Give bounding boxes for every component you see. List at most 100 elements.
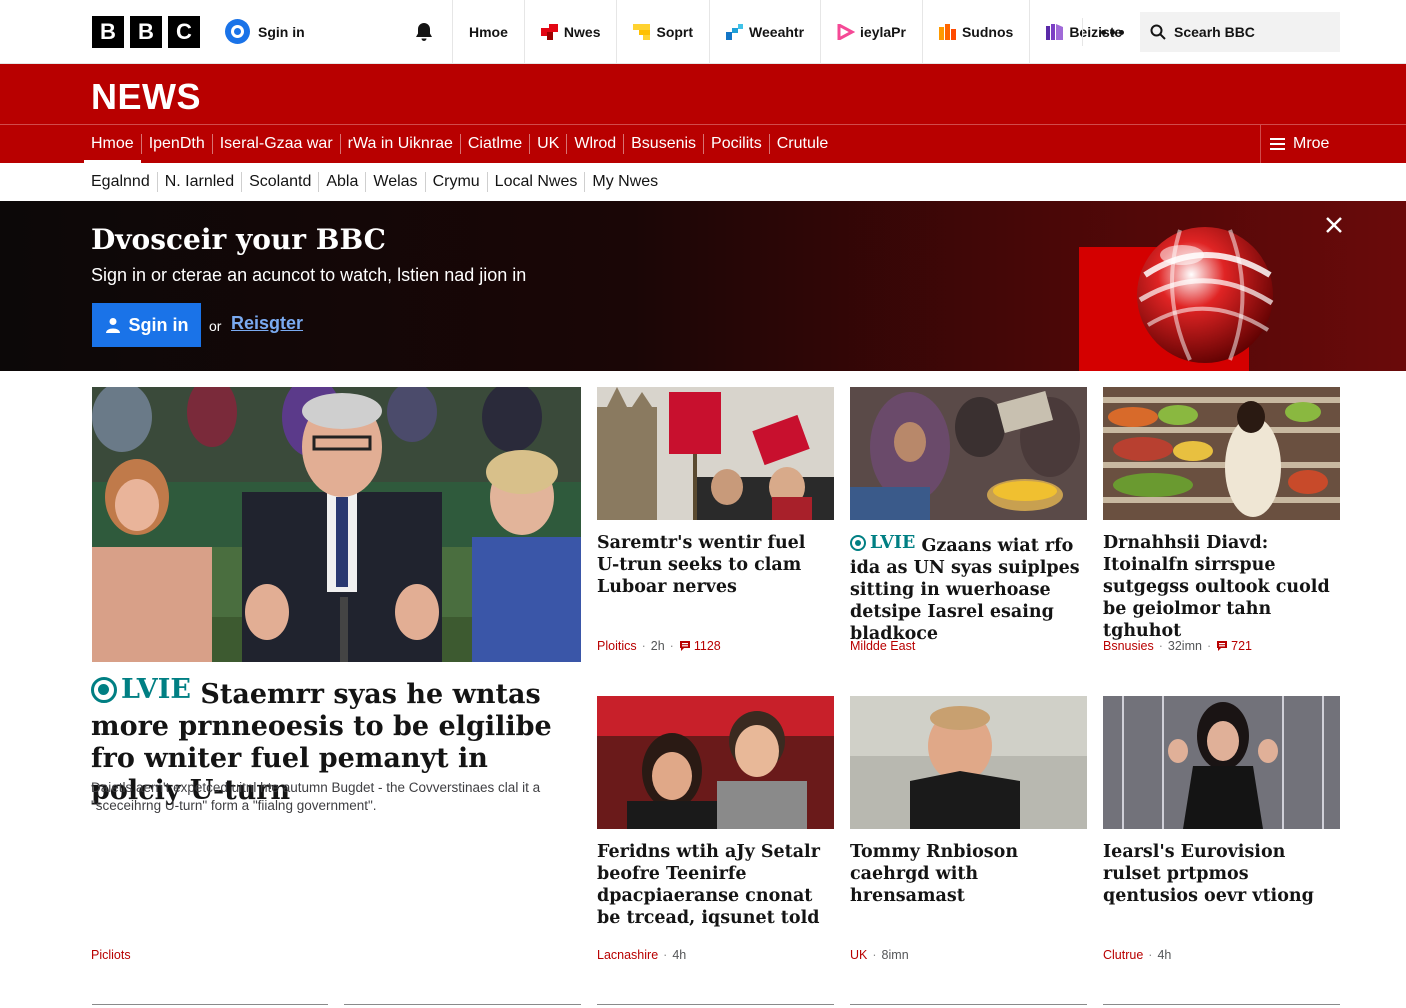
- story-comments[interactable]: 721: [1216, 639, 1252, 653]
- story-meta: Bsnusies · 32imn · 721: [1103, 639, 1252, 653]
- story-category[interactable]: UK: [850, 948, 867, 962]
- subnav-scotland[interactable]: Scolantd: [241, 172, 318, 192]
- news-nav-home[interactable]: Hmoe: [84, 134, 141, 164]
- story-meta: Lacnashire · 4h: [597, 948, 686, 962]
- story-meta: UK · 8imn: [850, 948, 909, 962]
- subnav-wales[interactable]: Welas: [365, 172, 424, 192]
- more-menu-icon[interactable]: [1082, 18, 1132, 46]
- story-headline[interactable]: Feridns wtih aJy Setalr beofre Teenirfe …: [597, 841, 832, 929]
- news-more-button[interactable]: Mroe: [1260, 125, 1406, 163]
- story-category[interactable]: Mildde East: [850, 639, 915, 653]
- subnav-local-news[interactable]: Local Nwes: [486, 172, 585, 192]
- subnav-alba[interactable]: Abla: [318, 172, 365, 192]
- main-story-image[interactable]: [92, 387, 581, 662]
- story-headline[interactable]: Drnahhsii Diavd: Itoinalfn sirrspue sutg…: [1103, 532, 1340, 642]
- story-category[interactable]: Lacnashire: [597, 948, 658, 962]
- notifications-bell-icon[interactable]: [412, 20, 436, 44]
- section-divider: [92, 1004, 328, 1005]
- news-icon: [540, 24, 558, 40]
- comments-icon: [679, 641, 690, 651]
- global-nav-sport[interactable]: Soprt: [616, 0, 709, 64]
- story-headline[interactable]: Iearsl's Eurovision rulset prtpmos qentu…: [1103, 841, 1340, 907]
- promo-signin-label: Sgin in: [128, 314, 189, 335]
- news-nav-world[interactable]: Wlrod: [566, 134, 623, 154]
- global-nav-weather[interactable]: Weeahtr: [709, 0, 820, 64]
- story-category[interactable]: Ploitics: [597, 639, 637, 653]
- story-comment-count: 1128: [693, 639, 721, 653]
- global-nav-sport-label: Soprt: [656, 24, 694, 40]
- meta-separator: ·: [1206, 639, 1212, 653]
- meta-separator: ·: [641, 639, 646, 653]
- story-category[interactable]: Clutrue: [1103, 948, 1143, 962]
- story-meta: Ploitics · 2h · 1128: [597, 639, 721, 653]
- story-image[interactable]: [1103, 696, 1340, 829]
- story-headline[interactable]: Saremtr's wentir fuel U-trun seeks to cl…: [597, 532, 832, 598]
- promo-title: Dvosceir your BBC: [91, 223, 386, 256]
- live-icon: [850, 535, 866, 551]
- subnav-n-ireland[interactable]: N. Iarnled: [156, 172, 241, 192]
- story-image[interactable]: [850, 387, 1087, 520]
- bbc-logo[interactable]: B B C: [92, 16, 200, 48]
- story-image[interactable]: [597, 387, 834, 520]
- subnav-england[interactable]: Egalnnd: [84, 172, 157, 192]
- news-nav-israel-gaza[interactable]: Iseral-Gzaa war: [211, 134, 340, 154]
- story-image[interactable]: [1103, 387, 1340, 520]
- global-nav-sounds[interactable]: Sudnos: [921, 0, 1029, 64]
- live-icon: [91, 677, 117, 703]
- bitesize-icon: [1046, 24, 1064, 40]
- close-icon[interactable]: [1322, 213, 1346, 237]
- story-comments[interactable]: 1128: [679, 639, 721, 653]
- story-category[interactable]: Bsnusies: [1103, 639, 1154, 653]
- story-image[interactable]: [850, 696, 1087, 829]
- global-nav-weather-label: Weeahtr: [749, 24, 805, 40]
- story-time: 2h: [650, 639, 665, 653]
- user-icon: [105, 318, 120, 333]
- signin-label: Sgin in: [258, 23, 305, 40]
- news-nav-indepth[interactable]: IpenDth: [140, 134, 212, 154]
- logo-letter-b2: B: [130, 16, 162, 48]
- bbc-globe-graphic: [1137, 227, 1274, 363]
- iplayer-icon: [837, 24, 856, 40]
- news-nav-culture[interactable]: Crutule: [768, 134, 836, 154]
- global-nav-news-label: Nwes: [563, 24, 601, 40]
- story-image[interactable]: [597, 696, 834, 829]
- global-nav-home[interactable]: Hmoe: [452, 0, 524, 64]
- account-icon: [225, 19, 250, 44]
- news-nav-politics[interactable]: Pocilits: [703, 134, 769, 154]
- main-story-meta: Picliots: [91, 948, 131, 962]
- promo-register-link[interactable]: Reisgter: [231, 313, 303, 334]
- subnav-cymru[interactable]: Crymu: [424, 172, 487, 192]
- meta-separator: ·: [872, 948, 877, 962]
- search-box[interactable]: Scearh BBC: [1140, 12, 1340, 52]
- main-story-category[interactable]: Picliots: [91, 948, 131, 962]
- story-headline[interactable]: LVIE Gzaans wiat rfo ida as UN syas suip…: [850, 532, 1087, 645]
- subnav-my-news[interactable]: My Nwes: [584, 172, 665, 192]
- live-badge: LVIE: [91, 674, 191, 706]
- global-header: B B C Sgin in Hmoe Nwes Soprt Weeahtr ie…: [0, 0, 1406, 64]
- news-nav-uk[interactable]: UK: [529, 134, 566, 154]
- story-time: 4h: [672, 948, 687, 962]
- main-story-summary: Daietls aern't expetced uitnl hte autumn…: [91, 780, 541, 813]
- news-nav-ukraine[interactable]: rWa in Uiknrae: [339, 134, 460, 154]
- section-divider: [1103, 1004, 1340, 1005]
- news-nav-climate[interactable]: Ciatlme: [459, 134, 529, 154]
- global-nav-iplayer-label: ieylaPr: [860, 24, 906, 40]
- global-nav-iplayer[interactable]: ieylaPr: [820, 0, 922, 64]
- story-headline[interactable]: Tommy Rnbioson caehrgd with hrensamast: [850, 841, 1087, 907]
- global-nav-home-label: Hmoe: [469, 24, 508, 40]
- promo-subtitle: Sign in or cterae an acuncot to watch, l…: [91, 265, 527, 285]
- meta-separator: ·: [669, 639, 674, 653]
- search-placeholder: Scearh BBC: [1174, 24, 1255, 40]
- story-time: 4h: [1157, 948, 1172, 962]
- news-more-label: Mroe: [1293, 135, 1330, 152]
- comments-icon: [1217, 641, 1228, 651]
- promo-signin-button[interactable]: Sgin in: [92, 303, 201, 347]
- news-sub-nav: Egalnnd N. Iarnled Scolantd Abla Welas C…: [84, 163, 665, 201]
- global-nav-sounds-label: Sudnos: [961, 24, 1014, 40]
- signin-link[interactable]: Sgin in: [225, 19, 305, 44]
- global-nav-news[interactable]: Nwes: [523, 0, 617, 64]
- promo-or-text: or: [209, 318, 222, 334]
- section-divider: [344, 1004, 581, 1005]
- news-title[interactable]: NEWS: [91, 76, 201, 118]
- news-nav-business[interactable]: Bsusenis: [623, 134, 703, 154]
